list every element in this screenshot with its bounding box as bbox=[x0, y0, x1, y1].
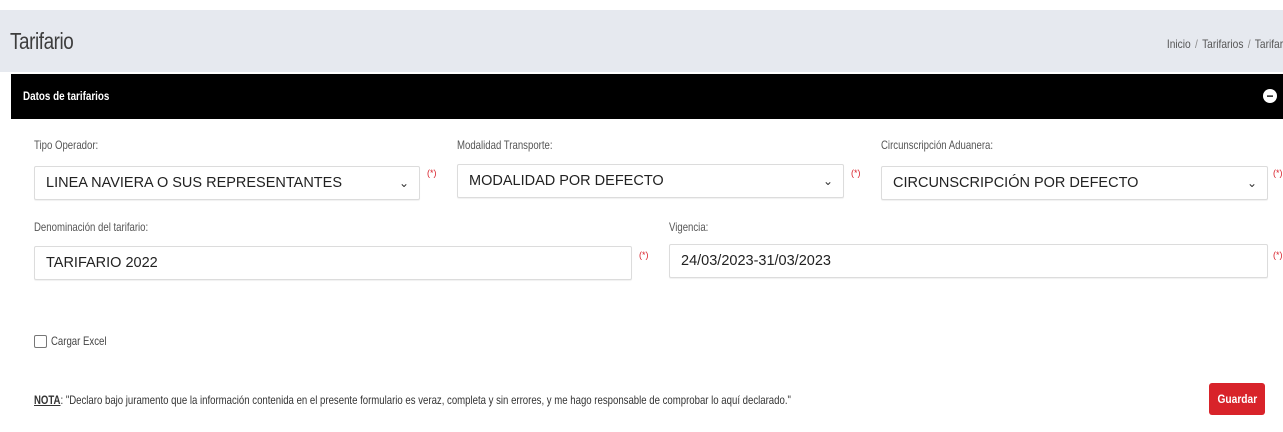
save-button[interactable]: Guardar bbox=[1209, 383, 1265, 415]
denominacion-input[interactable]: TARIFARIO 2022 bbox=[34, 246, 632, 280]
denominacion-label: Denominación del tarifario: bbox=[34, 220, 149, 234]
required-mark: (*) bbox=[1273, 250, 1283, 260]
tipo-operador-value: LINEA NAVIERA O SUS REPRESENTANTES bbox=[46, 175, 342, 191]
breadcrumb-inicio[interactable]: Inicio bbox=[1167, 37, 1191, 51]
breadcrumb-tarifarios[interactable]: Tarifarios bbox=[1202, 37, 1243, 51]
modalidad-transporte-select[interactable]: MODALIDAD POR DEFECTO ⌄ bbox=[457, 164, 844, 198]
modalidad-transporte-value: MODALIDAD POR DEFECTO bbox=[469, 173, 664, 189]
cargar-excel-label[interactable]: Cargar Excel bbox=[51, 334, 106, 348]
circunscripcion-select[interactable]: CIRCUNSCRIPCIÓN POR DEFECTO ⌄ bbox=[881, 166, 1268, 200]
minus-circle-icon[interactable]: − bbox=[1263, 89, 1277, 103]
denominacion-value: TARIFARIO 2022 bbox=[46, 255, 158, 271]
modalidad-transporte-label: Modalidad Transporte: bbox=[457, 138, 553, 152]
card-title: Datos de tarifarios bbox=[23, 89, 110, 103]
page-title: Tarifario bbox=[10, 28, 74, 54]
vigencia-input[interactable]: 24/03/2023-31/03/2023 bbox=[669, 244, 1268, 278]
page-header: Tarifario Inicio / Tarifarios / Tarifari bbox=[0, 10, 1283, 72]
circunscripcion-value: CIRCUNSCRIPCIÓN POR DEFECTO bbox=[893, 175, 1139, 191]
required-mark: (*) bbox=[427, 168, 437, 178]
vigencia-label: Vigencia: bbox=[669, 220, 709, 234]
card-header: Datos de tarifarios − bbox=[11, 74, 1283, 119]
breadcrumb-current: Tarifari bbox=[1254, 37, 1283, 51]
vigencia-value: 24/03/2023-31/03/2023 bbox=[681, 253, 831, 269]
breadcrumb-separator: / bbox=[1247, 37, 1251, 51]
card-body: Tipo Operador: LINEA NAVIERA O SUS REPRE… bbox=[11, 119, 1283, 432]
save-button-label: Guardar bbox=[1217, 392, 1257, 406]
required-mark: (*) bbox=[639, 250, 649, 260]
breadcrumb: Inicio / Tarifarios / Tarifari bbox=[1167, 37, 1283, 51]
chevron-down-icon: ⌄ bbox=[822, 174, 833, 188]
chevron-down-icon: ⌄ bbox=[398, 176, 409, 190]
circunscripcion-label: Circunscripción Aduanera: bbox=[881, 138, 994, 152]
legal-note: NOTA: "Declaro bajo juramento que la inf… bbox=[34, 393, 791, 407]
required-mark: (*) bbox=[851, 168, 861, 178]
note-text: : "Declaro bajo juramento que la informa… bbox=[60, 393, 791, 407]
cargar-excel-checkbox[interactable] bbox=[34, 335, 47, 348]
required-mark: (*) bbox=[1273, 168, 1283, 178]
chevron-down-icon: ⌄ bbox=[1246, 176, 1257, 190]
breadcrumb-separator: / bbox=[1194, 37, 1198, 51]
tipo-operador-label: Tipo Operador: bbox=[34, 138, 99, 152]
tipo-operador-select[interactable]: LINEA NAVIERA O SUS REPRESENTANTES ⌄ bbox=[34, 166, 420, 200]
note-prefix: NOTA bbox=[34, 393, 61, 407]
